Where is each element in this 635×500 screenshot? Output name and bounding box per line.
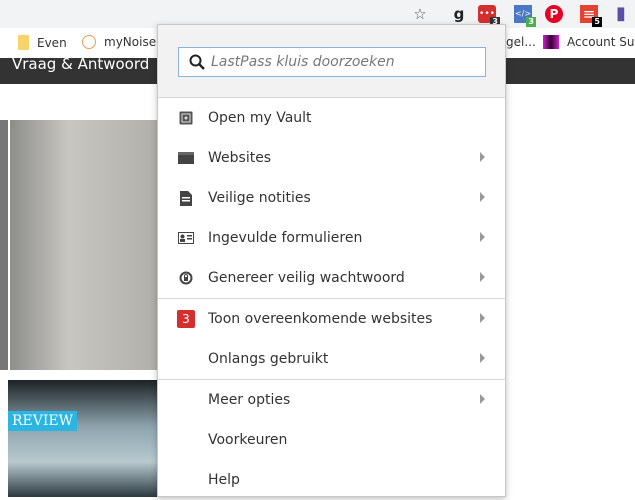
article-image-review[interactable] (8, 380, 157, 497)
menu-item-meer-opties[interactable]: Meer opties (158, 380, 505, 420)
chevron-right-icon (480, 152, 485, 162)
menu-item-label: Websites (208, 150, 272, 166)
bookmark-label: Account Susp (567, 35, 635, 49)
vault-search[interactable] (178, 47, 486, 77)
menu-group: Meer opties Voorkeuren Help (158, 379, 505, 500)
search-input[interactable] (211, 54, 471, 70)
menu-item-label: Help (208, 472, 240, 488)
menu-group: Open my Vault Websites Veilige notities Ing… (158, 98, 505, 298)
menu-item-label: Open my Vault (208, 110, 312, 126)
bookmark-mynoise[interactable]: myNoise - (82, 35, 164, 49)
menu-item-genereer-veilig-wachtwoord[interactable]: Genereer veilig wachtwoord (158, 258, 505, 298)
butterfly-icon (543, 35, 559, 49)
article-image-woman[interactable] (10, 120, 157, 370)
chevron-right-icon (480, 272, 485, 282)
chevron-right-icon (480, 313, 485, 323)
menu-item-label: Ingevulde formulieren (208, 230, 363, 246)
lastpass-popup: Open my Vault Websites Veilige notities Ing… (157, 24, 506, 497)
chevron-right-icon (480, 394, 485, 404)
mynoise-icon (82, 35, 96, 49)
review-tag: REVIEW (8, 411, 78, 431)
menu-item-onlangs-gebruikt[interactable]: Onlangs gebruikt (158, 339, 505, 379)
star-icon[interactable]: ☆ (409, 3, 431, 25)
count-badge-wrap: 3 (158, 310, 208, 328)
code-icon[interactable]: </> 3 (514, 5, 536, 27)
popup-menu: Open my Vault Websites Veilige notities Ing… (158, 98, 505, 500)
menu-item-veilige-notities[interactable]: Veilige notities (158, 178, 505, 218)
menu-item-label: Voorkeuren (208, 432, 288, 448)
websites-icon (158, 151, 208, 165)
bookmark-label: myNoise - (104, 35, 165, 49)
menu-item-ingevulde-formulieren[interactable]: Ingevulde formulieren (158, 218, 505, 258)
note-icon (158, 190, 208, 206)
menu-item-help[interactable]: Help (158, 460, 505, 500)
bookmark-label: Even (37, 35, 67, 50)
bookmark-even[interactable]: Even (18, 35, 67, 50)
todoist-badge: 5 (592, 17, 602, 27)
article-image-edge (0, 120, 8, 370)
folder-icon (18, 35, 29, 50)
menu-item-label: Veilige notities (208, 190, 311, 206)
grammarly-icon[interactable]: g (448, 3, 470, 25)
site-header-title[interactable]: Vraag & Antwoord (12, 58, 149, 73)
menu-item-toon-overeenkomende-websites[interactable]: 3 Toon overeenkomende websites (158, 299, 505, 339)
menu-item-label: Toon overeenkomende websites (208, 311, 433, 327)
pinterest-icon[interactable]: P (545, 5, 563, 23)
lastpass-icon[interactable]: ••• 3 (478, 5, 500, 27)
menu-item-label: Onlangs gebruikt (208, 351, 329, 367)
search-icon (189, 54, 205, 70)
todoist-icon[interactable]: ≡ 5 (580, 5, 602, 27)
code-badge: 3 (526, 17, 536, 27)
menu-item-websites[interactable]: Websites (158, 138, 505, 178)
bookmark-partial[interactable]: gel... (506, 35, 536, 49)
chevron-right-icon (480, 353, 485, 363)
bookmark-label: gel... (506, 35, 536, 49)
count-badge: 3 (177, 310, 195, 328)
chevron-right-icon (480, 192, 485, 202)
menu-item-voorkeuren[interactable]: Voorkeuren (158, 420, 505, 460)
menu-item-label: Genereer veilig wachtwoord (208, 270, 405, 286)
menu-item-open-my-vault[interactable]: Open my Vault (158, 98, 505, 138)
popup-header (158, 25, 505, 98)
form-icon (158, 232, 208, 244)
books-icon[interactable]: ▮ (610, 3, 632, 25)
menu-item-label: Meer opties (208, 392, 291, 408)
bookmark-account[interactable]: Account Susp (543, 35, 635, 49)
chevron-right-icon (480, 232, 485, 242)
menu-group: 3 Toon overeenkomende websites Onlangs geb… (158, 298, 505, 379)
vault-icon (158, 111, 208, 125)
generate-icon (158, 271, 208, 285)
